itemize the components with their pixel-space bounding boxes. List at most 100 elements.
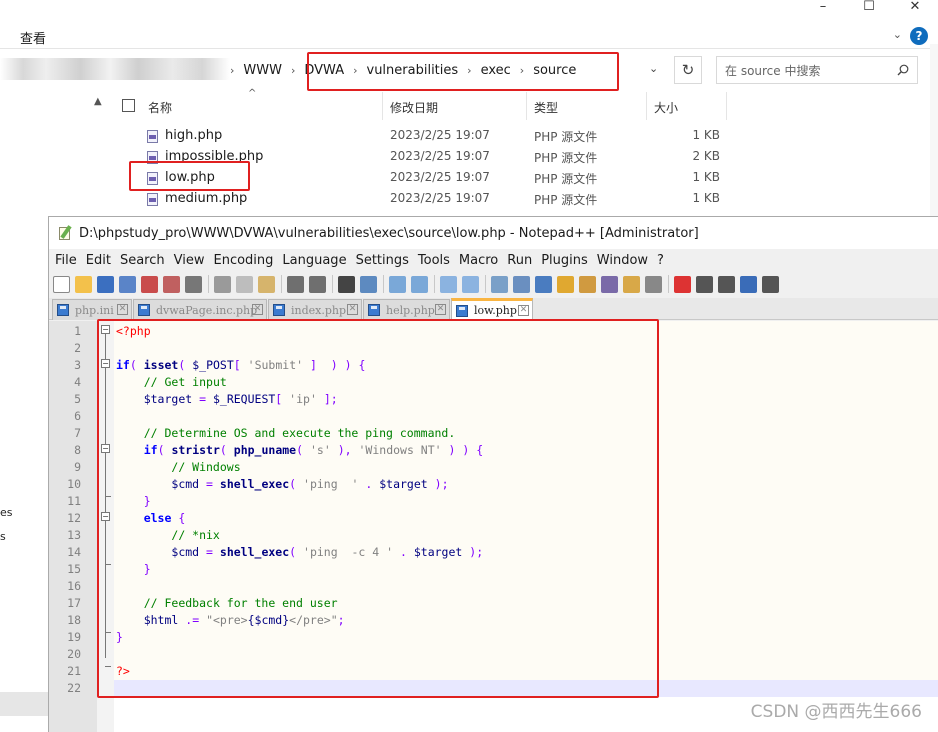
record-macro-icon[interactable]: [674, 275, 691, 293]
menu-tools[interactable]: Tools: [418, 253, 450, 268]
line-number: 8: [74, 443, 81, 457]
menu-run[interactable]: Run: [507, 253, 532, 268]
column-name[interactable]: 名称: [148, 99, 172, 116]
scroll-up-icon[interactable]: ▲: [94, 96, 102, 107]
tab-low-php[interactable]: low.php ✕: [451, 298, 533, 320]
saved-file-icon: [57, 304, 69, 316]
line-number: 18: [67, 613, 81, 627]
line-number: 3: [74, 358, 81, 372]
folder-workspace-icon[interactable]: [623, 275, 640, 293]
minimize-button[interactable]: –: [800, 0, 846, 14]
save-all-icon[interactable]: [119, 275, 136, 293]
tab-label: low.php: [474, 304, 517, 317]
run-macro-multiple-icon[interactable]: [740, 275, 757, 293]
new-file-icon[interactable]: [53, 275, 70, 293]
toolbar-separator: [434, 275, 435, 293]
sync-vertical-icon[interactable]: [440, 275, 457, 293]
word-wrap-icon[interactable]: [491, 275, 508, 293]
column-type[interactable]: 类型: [534, 99, 558, 116]
save-macro-icon[interactable]: [762, 275, 779, 293]
zoom-out-icon[interactable]: [411, 275, 428, 293]
watermark: CSDN @西西先生666: [750, 702, 922, 722]
file-row[interactable]: medium.php 2023/2/25 19:07 PHP 源文件 1 KB: [114, 189, 814, 210]
line-number: 17: [67, 596, 81, 610]
menu-file[interactable]: File: [55, 253, 77, 268]
column-size[interactable]: 大小: [654, 99, 678, 116]
address-dropdown-icon[interactable]: ⌄: [649, 62, 658, 75]
print-icon[interactable]: [185, 275, 202, 293]
search-input[interactable]: 在 source 中搜索: [716, 56, 918, 84]
show-all-chars-icon[interactable]: [513, 275, 530, 293]
menu-search[interactable]: Search: [120, 253, 165, 268]
stop-macro-icon[interactable]: [696, 275, 713, 293]
find-icon[interactable]: [338, 275, 355, 293]
open-file-icon[interactable]: [75, 275, 92, 293]
breadcrumb-www[interactable]: WWW: [234, 63, 291, 78]
column-modified[interactable]: 修改日期: [390, 99, 438, 116]
tab-index-php[interactable]: index.php ✕: [268, 299, 362, 320]
file-modified: 2023/2/25 19:07: [390, 170, 490, 184]
close-file-icon[interactable]: [141, 275, 158, 293]
redo-icon[interactable]: [309, 275, 326, 293]
save-icon[interactable]: [97, 275, 114, 293]
file-type: PHP 源文件: [534, 172, 598, 186]
close-all-icon[interactable]: [163, 275, 180, 293]
menu-encoding[interactable]: Encoding: [213, 253, 273, 268]
tab-help-php[interactable]: help.php ✕: [363, 299, 450, 320]
document-map-icon[interactable]: [579, 275, 596, 293]
menu-plugins[interactable]: Plugins: [541, 253, 588, 268]
indent-guide-icon[interactable]: [535, 275, 552, 293]
close-tab-icon[interactable]: ✕: [252, 304, 263, 315]
tab-bar: php.ini ✕ dvwaPage.inc.php ✕ index.php ✕…: [49, 298, 938, 320]
line-number: 14: [67, 545, 81, 559]
tab-dvwapage-inc-php[interactable]: dvwaPage.inc.php ✕: [133, 299, 267, 320]
refresh-icon[interactable]: ↻: [674, 56, 702, 84]
menu-edit[interactable]: Edit: [86, 253, 111, 268]
maximize-button[interactable]: ☐: [846, 0, 892, 14]
tab-php-ini[interactable]: php.ini ✕: [52, 299, 132, 320]
zoom-in-icon[interactable]: [389, 275, 406, 293]
menu-window[interactable]: Window: [597, 253, 648, 268]
menu-settings[interactable]: Settings: [356, 253, 409, 268]
line-number: 4: [74, 375, 81, 389]
saved-file-icon: [138, 304, 150, 316]
menu-macro[interactable]: Macro: [459, 253, 498, 268]
close-tab-icon[interactable]: ✕: [518, 305, 529, 316]
sync-horizontal-icon[interactable]: [462, 275, 479, 293]
file-row[interactable]: high.php 2023/2/25 19:07 PHP 源文件 1 KB: [114, 126, 814, 147]
menu-language[interactable]: Language: [282, 253, 346, 268]
language-define-icon[interactable]: [557, 275, 574, 293]
line-number: 13: [67, 528, 81, 542]
help-icon[interactable]: ?: [910, 27, 928, 45]
window-title: D:\phpstudy_pro\WWW\DVWA\vulnerabilities…: [79, 225, 699, 241]
column-divider[interactable]: [382, 92, 383, 120]
ribbon-tab-view[interactable]: 查看: [20, 28, 46, 47]
column-divider[interactable]: [646, 92, 647, 120]
copy-icon[interactable]: [236, 275, 253, 293]
line-number: 9: [74, 460, 81, 474]
replace-icon[interactable]: [360, 275, 377, 293]
column-divider[interactable]: [526, 92, 527, 120]
close-tab-icon[interactable]: ✕: [435, 304, 446, 315]
select-all-checkbox[interactable]: [122, 99, 135, 112]
php-file-icon: [147, 193, 158, 206]
code-editor[interactable]: − − − − 1 <?php 2 3 if( isset( $_POST[ 'Su…: [49, 319, 938, 732]
function-list-icon[interactable]: [601, 275, 618, 293]
file-size: 1 KB: [692, 170, 720, 184]
php-file-icon: [147, 130, 158, 143]
menu-help[interactable]: ?: [657, 253, 664, 268]
close-tab-icon[interactable]: ✕: [347, 304, 358, 315]
file-size: 2 KB: [692, 149, 720, 163]
toolbar-separator: [485, 275, 486, 293]
column-divider[interactable]: [726, 92, 727, 120]
undo-icon[interactable]: [287, 275, 304, 293]
paste-icon[interactable]: [258, 275, 275, 293]
chevron-down-icon[interactable]: ⌄: [893, 28, 902, 41]
play-macro-icon[interactable]: [718, 275, 735, 293]
cut-icon[interactable]: [214, 275, 231, 293]
menu-view[interactable]: View: [174, 253, 205, 268]
close-button[interactable]: ✕: [892, 0, 938, 14]
close-tab-icon[interactable]: ✕: [117, 304, 128, 315]
monitoring-icon[interactable]: [645, 275, 662, 293]
address-highlight-box: [307, 52, 619, 91]
